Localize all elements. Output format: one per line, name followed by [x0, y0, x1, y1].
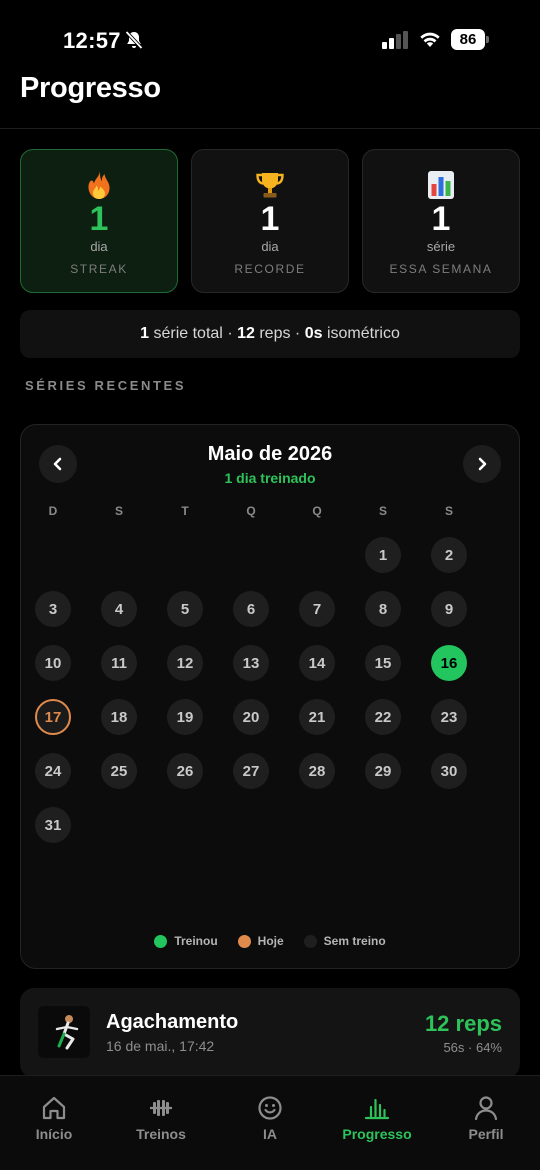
workout-reps: 12 reps: [424, 1011, 502, 1036]
stat-label: RECORDE: [234, 262, 306, 276]
weekday-header: S: [378, 504, 387, 518]
calendar-day[interactable]: 2: [431, 537, 467, 573]
workout-name: Agachamento: [106, 1011, 239, 1033]
stat-label: ESSA SEMANA: [389, 262, 493, 276]
workout-date: 16 de mai., 17:42: [106, 1038, 215, 1054]
header-divider: [0, 128, 540, 129]
calendar-day[interactable]: 6: [233, 591, 269, 627]
summary-series-label: série total: [153, 325, 223, 342]
stat-value: 1: [431, 200, 451, 238]
calendar-day[interactable]: 19: [167, 699, 203, 735]
legend-no-workout: Sem treino: [303, 934, 386, 948]
calendar-day[interactable]: 7: [299, 591, 335, 627]
weekday-header: T: [181, 504, 189, 518]
calendar-day[interactable]: 24: [35, 753, 71, 789]
calendar-day[interactable]: 10: [35, 645, 71, 681]
calendar-day-trained[interactable]: 16: [431, 645, 467, 681]
stat-unit: série: [426, 239, 456, 254]
calendar-day[interactable]: 28: [299, 753, 335, 789]
weekday-header: S: [444, 504, 453, 518]
calendar-day-today[interactable]: 17: [35, 699, 71, 735]
calendar-day[interactable]: 18: [101, 699, 137, 735]
calendar-day[interactable]: 25: [101, 753, 137, 789]
summary-series-count: 1: [140, 325, 150, 342]
calendar-day[interactable]: 13: [233, 645, 269, 681]
status-time: 12:57: [63, 28, 121, 53]
calendar-trained-count: 1 dia treinado: [224, 470, 316, 486]
squat-thumbnail-icon: [38, 1006, 90, 1058]
status-bar: 12:57 86: [0, 0, 540, 80]
calendar-day[interactable]: 27: [233, 753, 269, 789]
calendar-month-title: Maio de 2026: [207, 443, 333, 465]
calendar-day[interactable]: 23: [431, 699, 467, 735]
bar-chart-icon: [428, 171, 454, 199]
section-title: SÉRIES RECENTES: [25, 378, 187, 393]
wifi-icon: [420, 32, 440, 47]
weekday-header: Q: [312, 504, 322, 518]
summary-bar: 1 série total · 12 reps · 0s isométrico: [20, 310, 520, 358]
summary-reps-label: reps: [259, 325, 291, 342]
calendar-card: Maio de 2026 1 dia treinado Treinou Hoje…: [20, 424, 520, 969]
calendar-day[interactable]: 14: [299, 645, 335, 681]
calendar-day[interactable]: 15: [365, 645, 401, 681]
calendar-day[interactable]: 20: [233, 699, 269, 735]
weekday-header: D: [48, 504, 58, 518]
tab-progresso[interactable]: Progresso: [327, 1094, 427, 1142]
weekday-header: Q: [246, 504, 256, 518]
stat-card-record: 1 dia RECORDE: [191, 149, 349, 293]
calendar-day[interactable]: 21: [299, 699, 335, 735]
calendar-day[interactable]: 22: [365, 699, 401, 735]
workout-meta: 56s · 64%: [443, 1040, 502, 1055]
calendar-day[interactable]: 11: [101, 645, 137, 681]
calendar-day[interactable]: 29: [365, 753, 401, 789]
weekday-header: S: [114, 504, 123, 518]
tab-perfil[interactable]: Perfil: [436, 1094, 536, 1142]
calendar-day[interactable]: 4: [101, 591, 137, 627]
stat-unit: dia: [90, 239, 108, 254]
legend-today: Hoje: [237, 934, 284, 948]
smiley-icon: [258, 1096, 282, 1120]
legend-trained: Treinou: [154, 934, 218, 948]
calendar-day[interactable]: 30: [431, 753, 467, 789]
trophy-icon: [256, 173, 284, 198]
home-icon: [42, 1096, 66, 1120]
dumbbell-icon: [150, 1100, 172, 1116]
stat-value: 1: [260, 200, 280, 238]
progress-chart-icon: [364, 1098, 390, 1120]
summary-iso-value: 0s: [304, 325, 323, 342]
tab-treinos[interactable]: Treinos: [111, 1094, 211, 1142]
calendar-day[interactable]: 5: [167, 591, 203, 627]
bell-muted-icon: [125, 30, 143, 50]
calendar-day[interactable]: 3: [35, 591, 71, 627]
calendar-day[interactable]: 31: [35, 807, 71, 843]
calendar-legend: Treinou Hoje Sem treino: [21, 934, 519, 948]
calendar-day[interactable]: 26: [167, 753, 203, 789]
stat-unit: dia: [261, 239, 279, 254]
page-title: Progresso: [20, 72, 161, 104]
calendar-day[interactable]: 9: [431, 591, 467, 627]
fire-icon: [88, 171, 110, 199]
battery-indicator: 86: [451, 29, 489, 50]
next-month-button[interactable]: [463, 445, 501, 483]
calendar-day[interactable]: 8: [365, 591, 401, 627]
calendar-day[interactable]: 12: [167, 645, 203, 681]
workout-item[interactable]: Agachamento 16 de mai., 17:42 12 reps 56…: [20, 988, 520, 1078]
user-icon: [474, 1096, 498, 1121]
summary-reps-count: 12: [237, 325, 255, 342]
battery-level: 86: [451, 29, 485, 50]
stat-value: 1: [89, 200, 109, 238]
calendar-day[interactable]: 1: [365, 537, 401, 573]
summary-iso-label: isométrico: [326, 325, 400, 342]
chevron-right-icon: [478, 457, 487, 471]
tab-ia[interactable]: IA: [220, 1094, 320, 1142]
stat-card-this-week: 1 série ESSA SEMANA: [362, 149, 520, 293]
signal-icon: [382, 31, 408, 49]
tab-bar: Início Treinos IA Progresso Perfil: [0, 1075, 540, 1170]
stat-card-streak: 1 dia STREAK: [20, 149, 178, 293]
stat-label: STREAK: [70, 262, 128, 276]
tab-inicio[interactable]: Início: [4, 1094, 104, 1142]
